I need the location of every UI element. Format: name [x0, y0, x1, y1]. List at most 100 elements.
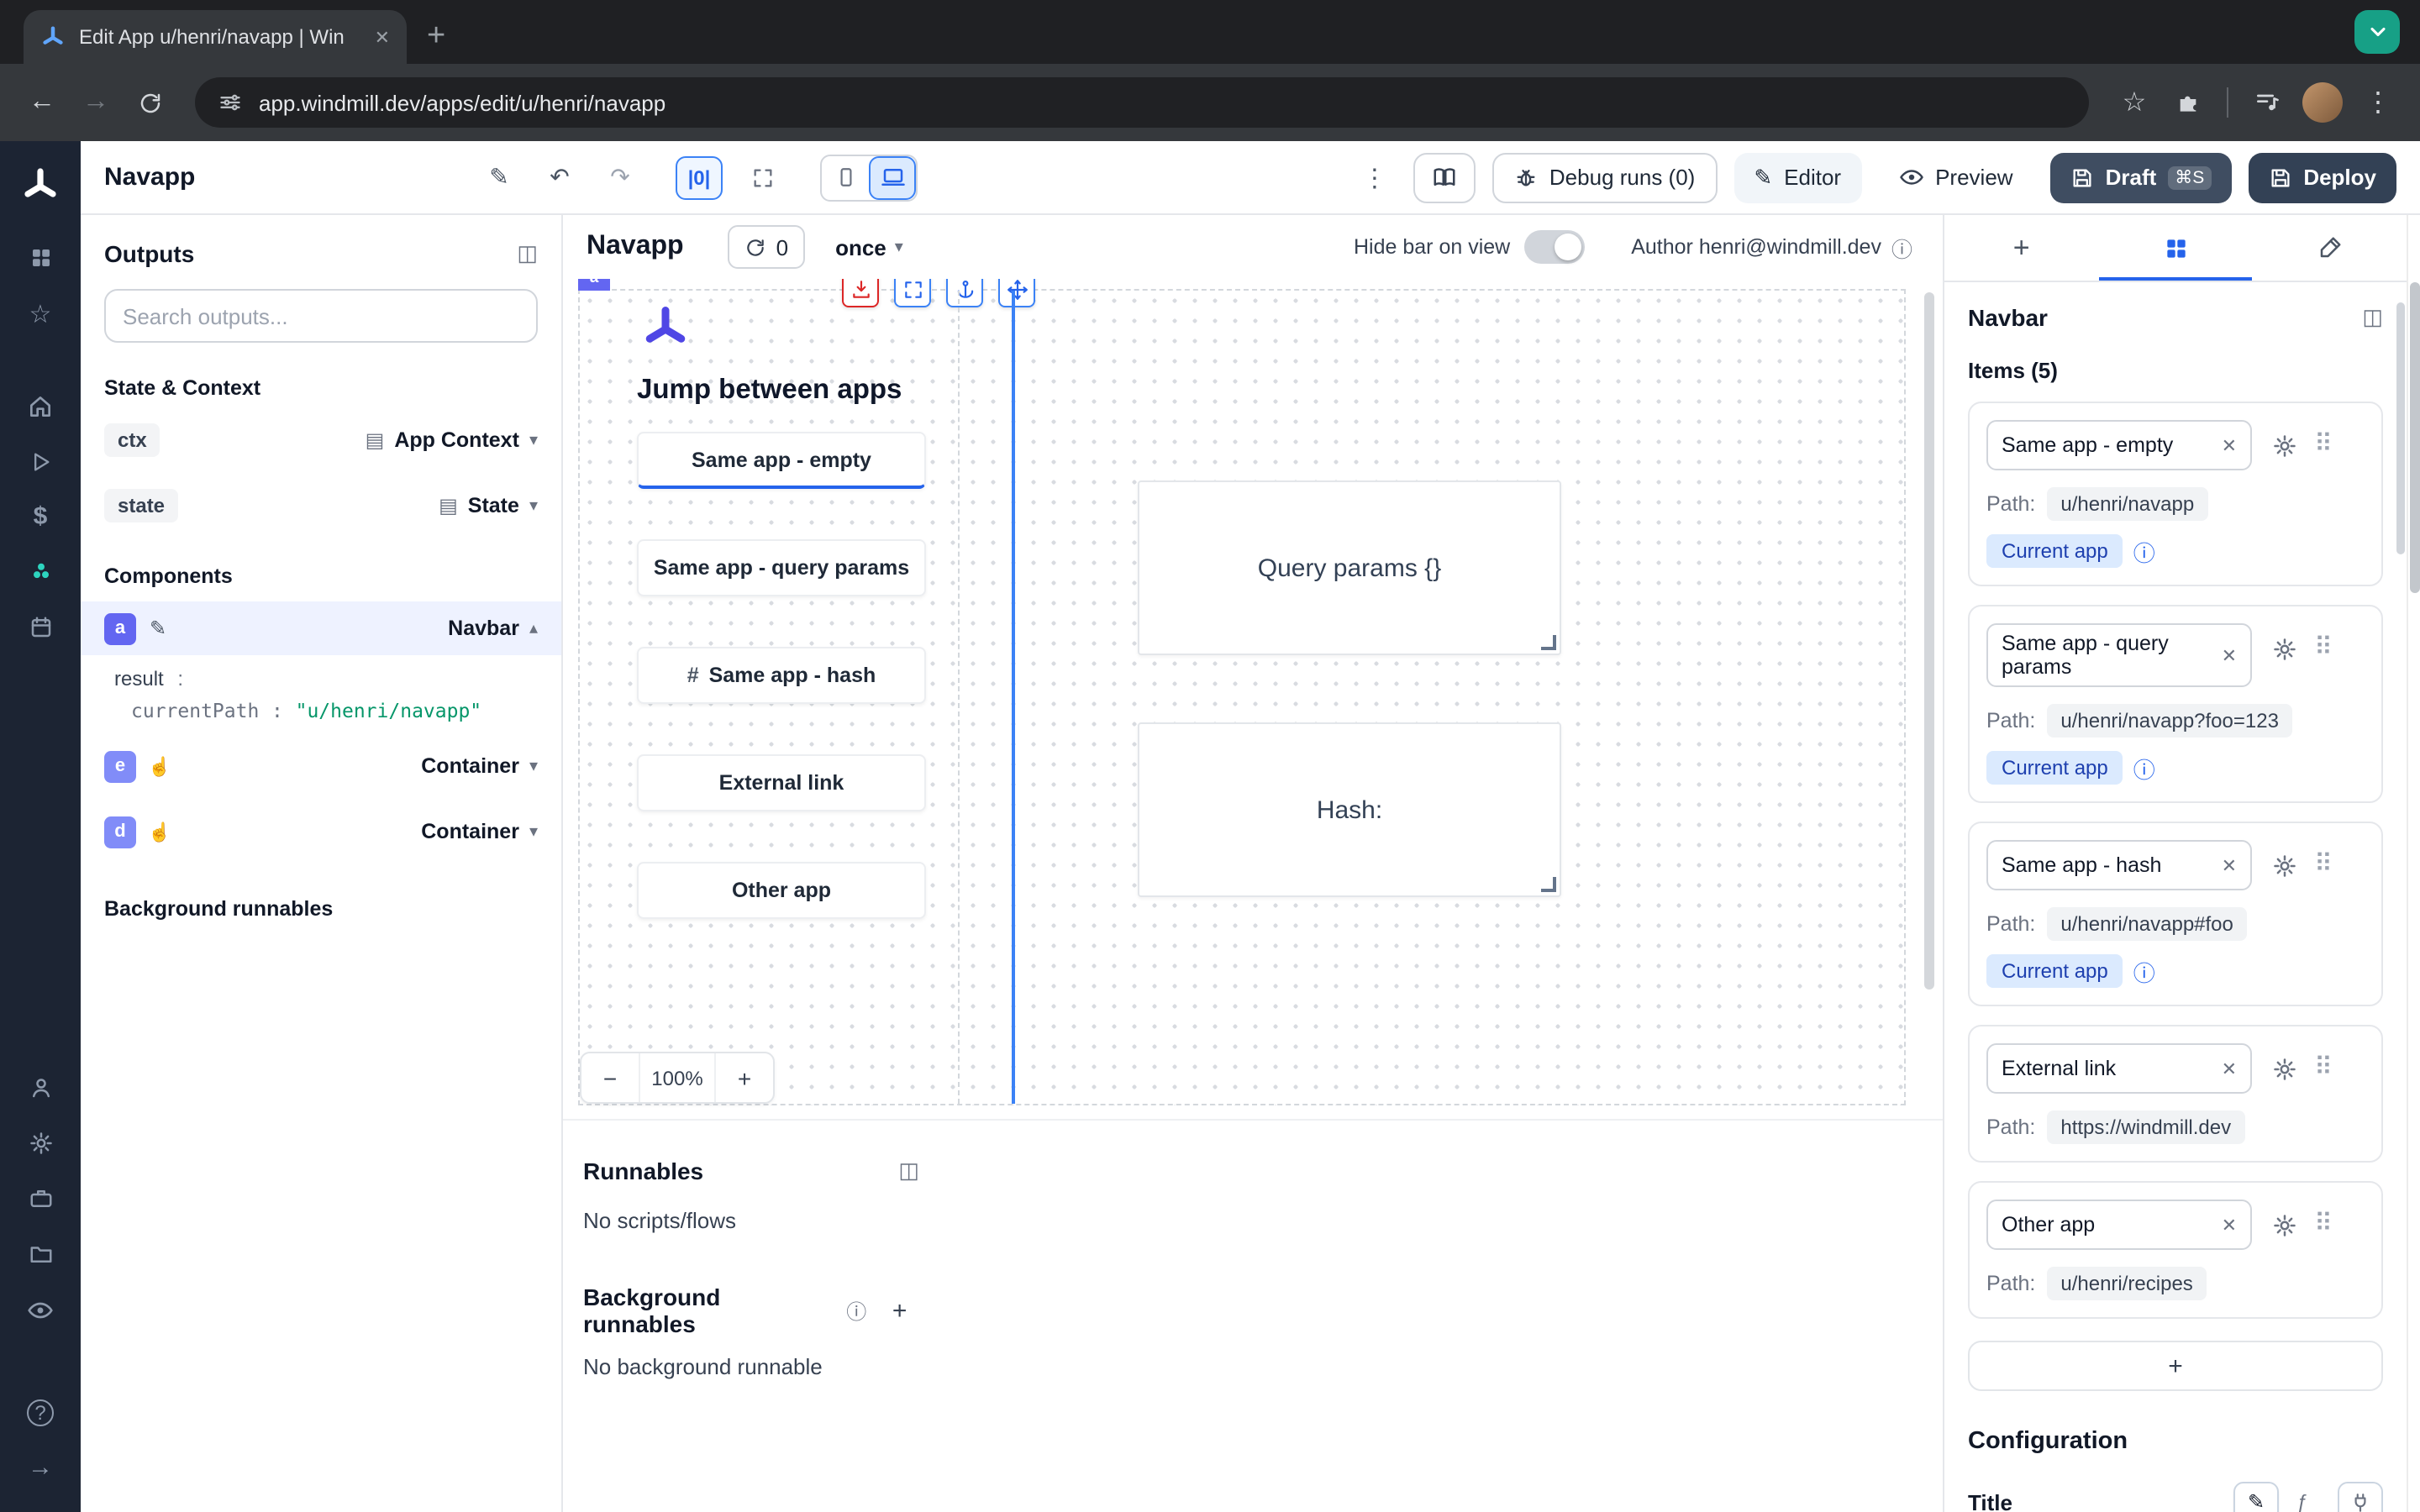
add-navbar-item-button[interactable]: + [1968, 1341, 2383, 1391]
tab-insert-component[interactable]: + [1944, 215, 2098, 281]
nav-item-hash[interactable]: #Same app - hash [637, 647, 926, 704]
item-path[interactable]: https://windmill.dev [2047, 1110, 2244, 1144]
zoom-out-button[interactable]: − [581, 1053, 639, 1102]
window-scrollbar[interactable] [2407, 215, 2420, 1512]
drag-handle-icon[interactable]: ⠿ [2314, 1052, 2331, 1082]
canvas-grid[interactable]: a Jump between apps Same ap [578, 289, 1906, 1105]
tab-overflow-button[interactable] [2354, 10, 2400, 54]
info-icon[interactable]: ⓘ [846, 1296, 866, 1325]
component-fullscreen-button[interactable] [894, 279, 931, 307]
nav-item-query-params[interactable]: Same app - query params [637, 539, 926, 596]
item-label-input[interactable]: Same app - hash ✕ [1986, 840, 2252, 890]
rail-users-icon[interactable] [0, 1060, 81, 1116]
back-button[interactable]: ← [17, 77, 67, 128]
editor-tab-button[interactable]: ✎ Editor [1733, 152, 1861, 202]
item-path[interactable]: u/henri/navapp?foo=123 [2047, 704, 2292, 738]
rail-workers-icon[interactable] [0, 1171, 81, 1226]
tab-component-settings[interactable] [2098, 215, 2252, 281]
debug-runs-button[interactable]: Debug runs (0) [1492, 152, 1717, 202]
container-d-row[interactable]: d ☝ Container ▾ [104, 806, 538, 857]
extensions-icon[interactable] [2163, 77, 2213, 128]
rail-favorites-icon[interactable]: ☆ [0, 286, 81, 341]
rail-runs-icon[interactable] [0, 433, 81, 489]
browser-tab[interactable]: Edit App u/henri/navapp | Win ✕ [24, 10, 407, 64]
navbar-component-row[interactable]: a ✎ Navbar ▴ [81, 601, 561, 655]
header-menu-icon[interactable]: ⋮ [1353, 155, 1397, 199]
component-expand-down-button[interactable] [842, 279, 879, 307]
hash-component[interactable]: Hash: [1138, 722, 1561, 897]
toggle-fullwidth[interactable] [739, 155, 786, 199]
canvas-scrollbar[interactable] [1924, 292, 1934, 990]
run-mode-dropdown[interactable]: once ▾ [835, 234, 903, 260]
undo-icon[interactable]: ↶ [538, 155, 581, 199]
static-value-mode-button[interactable]: ✎ [2233, 1482, 2279, 1512]
draft-button[interactable]: Draft ⌘S [2050, 152, 2232, 202]
remove-item-icon[interactable]: ✕ [2208, 1058, 2237, 1079]
rail-apps-icon[interactable] [0, 230, 81, 286]
item-label-input[interactable]: External link ✕ [1986, 1043, 2252, 1094]
expression-mode-button[interactable]: ƒ [2279, 1482, 2324, 1512]
bookmark-icon[interactable]: ☆ [2109, 77, 2160, 128]
desktop-view-button[interactable] [869, 155, 916, 199]
tab-close-icon[interactable]: ✕ [375, 26, 390, 48]
zoom-in-button[interactable]: + [716, 1053, 773, 1102]
hide-bar-toggle[interactable] [1523, 230, 1584, 264]
docs-button[interactable] [1413, 152, 1476, 202]
collapse-panel-icon[interactable]: ◫ [517, 240, 538, 267]
info-icon[interactable]: ⓘ [1891, 231, 1912, 263]
rail-help-icon[interactable]: ? [0, 1384, 81, 1440]
settings-scrollbar[interactable] [2396, 302, 2405, 554]
forward-button[interactable]: → [71, 77, 121, 128]
item-label-input[interactable]: Other app ✕ [1986, 1200, 2252, 1250]
search-outputs-input[interactable] [104, 289, 538, 343]
site-settings-icon[interactable] [218, 91, 242, 114]
item-path[interactable]: u/henri/recipes [2047, 1267, 2206, 1300]
rail-home-icon[interactable] [0, 378, 81, 433]
mobile-view-button[interactable] [822, 155, 869, 199]
windmill-logo[interactable] [0, 158, 81, 213]
item-settings-icon[interactable] [2272, 1055, 2297, 1085]
deploy-button[interactable]: Deploy [2248, 152, 2396, 202]
ctx-row[interactable]: ctx ▤ App Context ▾ [104, 415, 538, 465]
remove-item-icon[interactable]: ✕ [2208, 1214, 2237, 1236]
chevron-down-icon[interactable]: ▾ [529, 757, 538, 775]
collapse-panel-icon[interactable]: ◫ [898, 1158, 919, 1184]
chevron-down-icon[interactable]: ▾ [529, 431, 538, 449]
tab-styling[interactable] [2253, 215, 2407, 281]
resize-guide-line[interactable] [1012, 291, 1015, 1104]
remove-item-icon[interactable]: ✕ [2208, 854, 2237, 876]
edit-title-icon[interactable]: ✎ [477, 155, 521, 199]
item-settings-icon[interactable] [2272, 1211, 2297, 1242]
canvas-area[interactable]: a Jump between apps Same ap [563, 279, 1943, 1119]
chevron-down-icon[interactable]: ▾ [529, 496, 538, 515]
chevron-up-icon[interactable]: ▴ [529, 619, 538, 638]
item-label-input[interactable]: Same app - empty ✕ [1986, 420, 2252, 470]
rail-expand-icon[interactable]: → [0, 1440, 81, 1495]
new-tab-button[interactable]: + [427, 18, 445, 55]
drag-handle-icon[interactable]: ⠿ [2314, 848, 2331, 879]
query-params-component[interactable]: Query params {} [1138, 480, 1561, 655]
media-controls-icon[interactable] [2242, 77, 2292, 128]
item-label-input[interactable]: Same app - query params ✕ [1986, 623, 2252, 687]
rail-audit-icon[interactable] [0, 1282, 81, 1337]
nav-item-other-app[interactable]: Other app [637, 862, 926, 919]
info-icon[interactable]: ⓘ [2133, 752, 2155, 784]
redo-icon[interactable]: ↷ [598, 155, 642, 199]
scrollbar-thumb[interactable] [2410, 282, 2420, 593]
info-icon[interactable]: ⓘ [2133, 955, 2155, 987]
item-path[interactable]: u/henri/navapp#foo [2047, 907, 2247, 941]
browser-menu-icon[interactable]: ⋮ [2353, 77, 2403, 128]
collapse-panel-icon[interactable]: ◫ [2362, 304, 2383, 331]
refresh-count-button[interactable]: 0 [728, 225, 805, 269]
rail-schedules-icon[interactable] [0, 600, 81, 655]
state-row[interactable]: state ▤ State ▾ [104, 480, 538, 531]
item-settings-icon[interactable] [2272, 635, 2297, 665]
component-anchor-button[interactable] [946, 279, 983, 307]
nav-item-external-link[interactable]: External link [637, 754, 926, 811]
nav-item-same-app-empty[interactable]: Same app - empty [637, 432, 926, 489]
reload-button[interactable] [124, 77, 175, 128]
chevron-down-icon[interactable]: ▾ [529, 822, 538, 841]
item-settings-icon[interactable] [2272, 852, 2297, 882]
info-icon[interactable]: ⓘ [2133, 535, 2155, 567]
connect-input-button[interactable] [2338, 1482, 2383, 1512]
